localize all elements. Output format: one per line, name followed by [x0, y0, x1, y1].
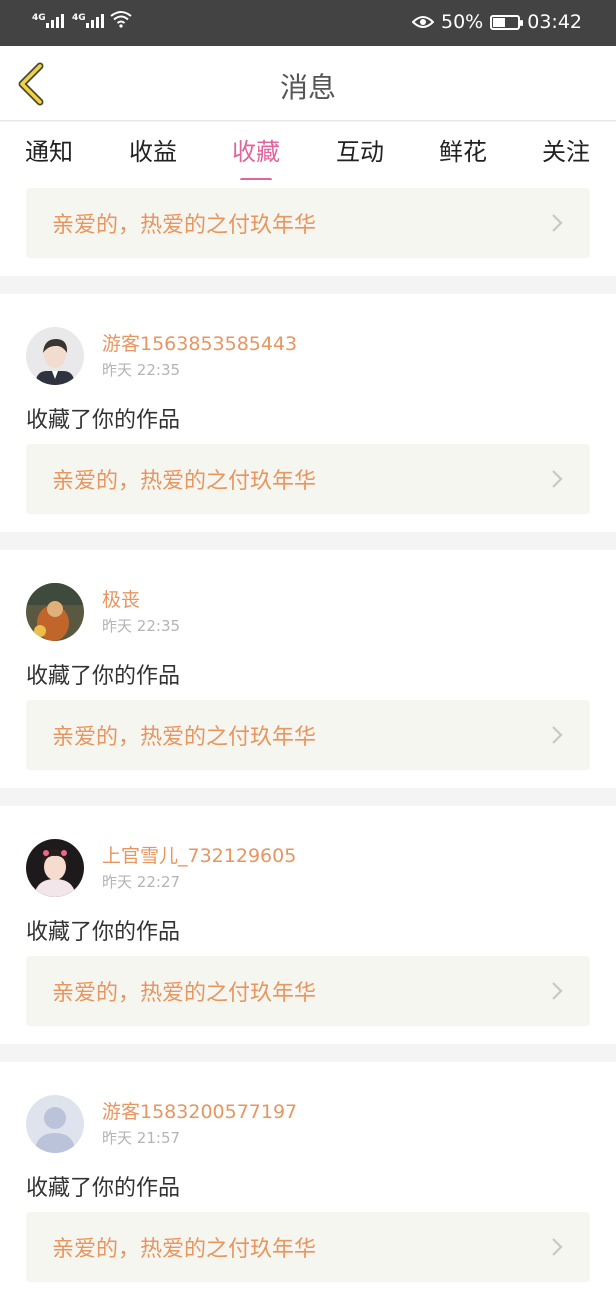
- avatar[interactable]: [26, 327, 84, 385]
- action-text: 收藏了你的作品: [26, 408, 181, 433]
- signal-icon: 4G: [30, 13, 64, 28]
- chevron-right-icon: [552, 1238, 563, 1256]
- work-title: 亲爱的，热爱的之付玖年华: [52, 981, 317, 1006]
- work-link[interactable]: 亲爱的，热爱的之付玖年华: [26, 700, 590, 770]
- tab-follow[interactable]: 关注: [526, 132, 606, 167]
- action-text: 收藏了你的作品: [26, 1176, 181, 1201]
- battery-icon: [490, 14, 524, 30]
- username[interactable]: 上官雪儿_732129605: [102, 842, 296, 870]
- action-text: 收藏了你的作品: [26, 920, 181, 945]
- signal-icon: 4G: [70, 13, 104, 28]
- notification-list: 亲爱的，热爱的之付玖年华 游客1563853585443 昨天 22:35 收藏…: [0, 180, 616, 1300]
- list-item: 游客1563853585443 昨天 22:35 收藏了你的作品 亲爱的，热爱的…: [0, 294, 616, 532]
- status-bar: 4G 4G 50% 03:42: [0, 0, 616, 46]
- tab-flowers[interactable]: 鲜花: [423, 132, 503, 167]
- list-item: 游客1583200577197 昨天 21:57 收藏了你的作品 亲爱的，热爱的…: [0, 1062, 616, 1300]
- page-title: 消息: [279, 71, 336, 104]
- app-header: 消息: [0, 46, 616, 121]
- tab-earnings[interactable]: 收益: [113, 132, 193, 167]
- action-text: 收藏了你的作品: [26, 664, 181, 689]
- tab-favorites[interactable]: 收藏: [216, 132, 296, 182]
- avatar[interactable]: [26, 583, 84, 641]
- signal-group: 4G 4G: [30, 10, 132, 28]
- clock: 03:42: [527, 11, 582, 33]
- tab-notice[interactable]: 通知: [9, 132, 89, 167]
- list-item: 极丧 昨天 22:35 收藏了你的作品 亲爱的，热爱的之付玖年华: [0, 550, 616, 788]
- work-link[interactable]: 亲爱的，热爱的之付玖年华: [26, 956, 590, 1026]
- list-item: 上官雪儿_732129605 昨天 22:27 收藏了你的作品 亲爱的，热爱的之…: [0, 806, 616, 1044]
- chevron-right-icon: [552, 726, 563, 744]
- avatar[interactable]: [26, 839, 84, 897]
- timestamp: 昨天 21:57: [102, 1129, 181, 1147]
- timestamp: 昨天 22:27: [102, 873, 181, 891]
- work-link[interactable]: 亲爱的，热爱的之付玖年华: [26, 1212, 590, 1282]
- username[interactable]: 极丧: [102, 586, 180, 614]
- tab-interaction[interactable]: 互动: [320, 132, 400, 167]
- list-item: 亲爱的，热爱的之付玖年华: [0, 180, 616, 276]
- work-title: 亲爱的，热爱的之付玖年华: [52, 213, 317, 238]
- chevron-right-icon: [552, 982, 563, 1000]
- timestamp: 昨天 22:35: [102, 361, 181, 379]
- work-title: 亲爱的，热爱的之付玖年华: [52, 725, 317, 750]
- battery-percent: 50%: [441, 11, 484, 33]
- work-link[interactable]: 亲爱的，热爱的之付玖年华: [26, 188, 590, 258]
- chevron-right-icon: [552, 214, 563, 232]
- timestamp: 昨天 22:35: [102, 617, 181, 635]
- wifi-icon: [110, 11, 132, 28]
- tab-bar: 通知 收益 收藏 互动 鲜花 关注: [0, 122, 616, 182]
- username[interactable]: 游客1583200577197: [102, 1098, 297, 1126]
- work-link[interactable]: 亲爱的，热爱的之付玖年华: [26, 444, 590, 514]
- work-title: 亲爱的，热爱的之付玖年华: [52, 1237, 317, 1262]
- work-title: 亲爱的，热爱的之付玖年华: [52, 469, 317, 494]
- status-right: 50% 03:42: [412, 11, 582, 33]
- chevron-right-icon: [552, 470, 563, 488]
- avatar[interactable]: [26, 1095, 84, 1153]
- username[interactable]: 游客1563853585443: [102, 330, 297, 358]
- eye-icon: [412, 16, 434, 28]
